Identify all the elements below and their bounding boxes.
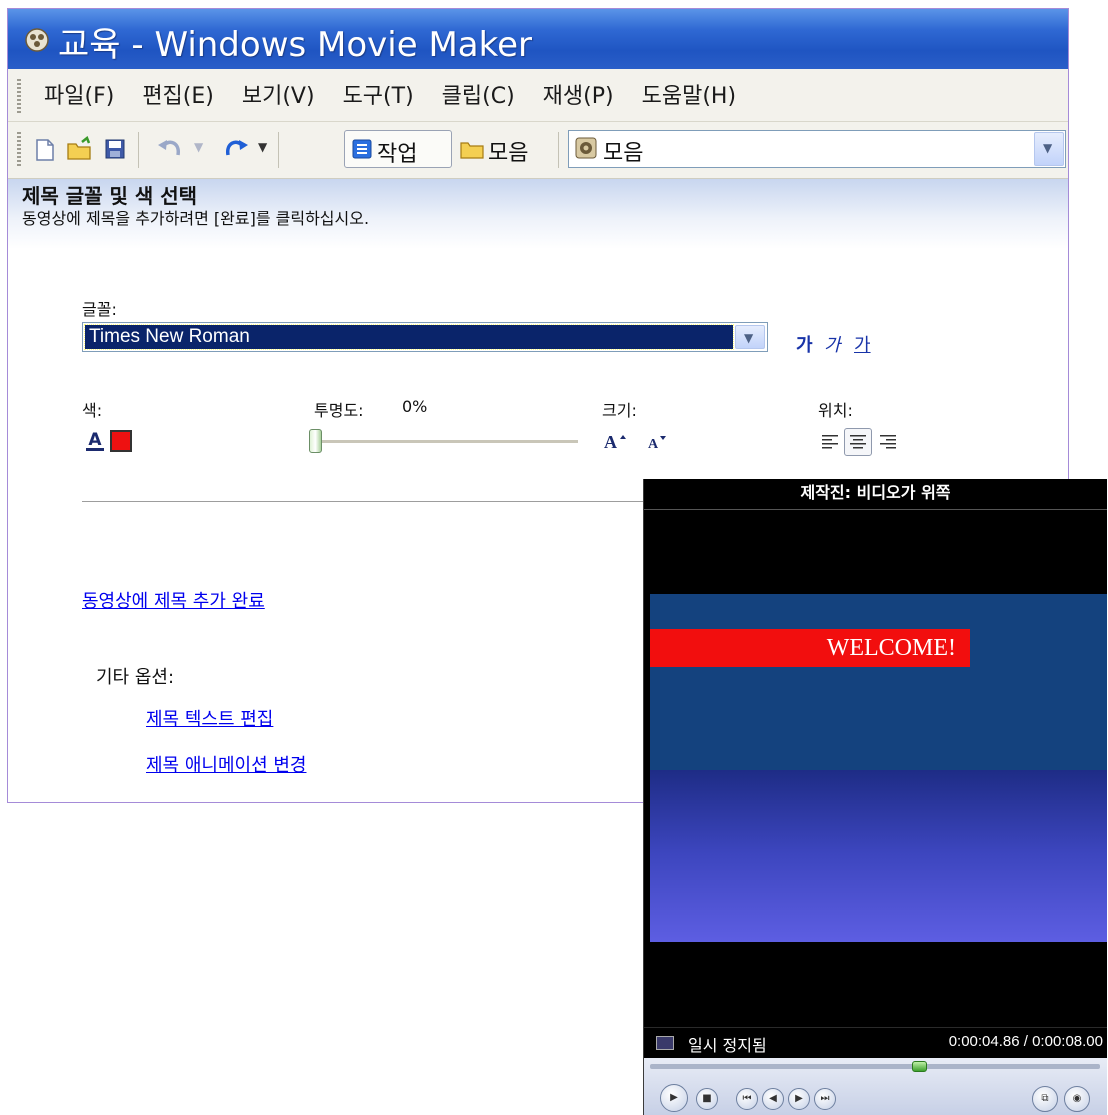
collection-combo-value: 모음 (603, 141, 644, 166)
toolbar-separator (138, 132, 139, 168)
panel-subtitle: 동영상에 제목을 추가하려면 [완료]를 클릭하십시오. (22, 209, 370, 228)
redo-icon[interactable] (220, 137, 250, 161)
collections-label[interactable]: 모음 (488, 135, 528, 167)
tasks-label: 작업 (377, 142, 418, 167)
decrease-font-size-icon[interactable]: A (648, 433, 670, 451)
open-folder-icon[interactable] (66, 136, 94, 162)
forward-icon: ▶ (795, 1093, 803, 1104)
transparency-slider-track[interactable] (314, 440, 578, 444)
font-dropdown-button[interactable]: ▼ (735, 325, 765, 349)
chevron-down-icon: ▼ (744, 331, 754, 345)
menubar-grip[interactable] (17, 79, 21, 113)
text-color-icon[interactable]: A (84, 429, 106, 453)
playback-time: 0:00:04.86 / 0:00:08.00 (948, 1033, 1103, 1050)
toolbar-separator (278, 132, 279, 168)
font-select[interactable]: Times New Roman ▼ (82, 322, 768, 352)
save-icon[interactable] (104, 138, 126, 160)
edit-title-text-link[interactable]: 제목 텍스트 편집 (146, 705, 273, 731)
split-icon: ⧉ (1041, 1093, 1049, 1104)
app-icon (25, 28, 49, 52)
undo-dropdown-chevron-icon[interactable]: ▼ (194, 140, 203, 154)
snapshot-button[interactable]: ◉ (1064, 1086, 1090, 1112)
underline-button[interactable]: 가 (854, 331, 871, 357)
size-label: 크기: (602, 401, 637, 420)
transparency-label: 투명도: (314, 401, 364, 420)
stop-icon: ■ (702, 1093, 712, 1104)
play-button[interactable]: ▶ (660, 1084, 688, 1112)
stop-button[interactable]: ■ (696, 1088, 718, 1110)
svg-text:A: A (648, 437, 659, 451)
increase-font-size-icon[interactable]: A (604, 431, 628, 451)
rewind-button[interactable]: ◀ (762, 1088, 784, 1110)
toolbar-grip[interactable] (17, 132, 21, 168)
title-banner-text: WELCOME! (826, 635, 956, 661)
italic-button[interactable]: 가 (824, 331, 841, 357)
font-select-value: Times New Roman (84, 324, 734, 350)
align-center-button[interactable] (844, 428, 872, 456)
menu-play[interactable]: 재생(P) (543, 78, 614, 110)
previous-frame-button[interactable]: ⏮ (736, 1088, 758, 1110)
collections-folder-icon[interactable] (460, 138, 484, 160)
collection-dropdown-button[interactable]: ▼ (1034, 132, 1064, 166)
title-banner: WELCOME! (650, 629, 970, 667)
color-label: 색: (82, 401, 103, 420)
bold-button[interactable]: 가 (796, 331, 813, 357)
fullscreen-icon[interactable] (656, 1036, 674, 1050)
monitor-title: 제작진: 비디오가 위쪽 (644, 479, 1107, 510)
monitor-status-bar: 일시 정지됨 0:00:04.86 / 0:00:08.00 (644, 1027, 1107, 1058)
window-title: 교육 - Windows Movie Maker (58, 25, 532, 65)
undo-icon[interactable] (156, 137, 186, 161)
menu-help[interactable]: 도움말(H) (642, 78, 736, 110)
toolbar-separator (558, 132, 559, 168)
svg-text:A: A (88, 430, 102, 450)
align-right-icon[interactable] (878, 432, 898, 452)
menu-edit[interactable]: 편집(E) (142, 78, 214, 110)
toolbar: ▼ ▼ 작업 모음 모음 ▼ (8, 122, 1068, 179)
next-frame-button[interactable]: ⏭ (814, 1088, 836, 1110)
change-title-animation-link[interactable]: 제목 애니메이션 변경 (146, 751, 306, 777)
svg-text:A: A (604, 432, 617, 451)
tasks-icon (352, 139, 372, 159)
forward-button[interactable]: ▶ (788, 1088, 810, 1110)
preview-monitor: 제작진: 비디오가 위쪽 WELCOME! 일시 정지됨 0:00:04.86 … (643, 479, 1107, 1115)
tasks-button[interactable]: 작업 (344, 130, 452, 168)
playback-status: 일시 정지됨 (688, 1036, 767, 1055)
seek-bar[interactable] (650, 1064, 1100, 1069)
new-file-icon[interactable] (34, 138, 56, 162)
position-label: 위치: (818, 401, 853, 420)
playback-controls: ▶ ■ ⏮ ◀ ▶ ⏭ ⧉ ◉ (644, 1058, 1107, 1115)
chevron-down-icon: ▼ (1043, 141, 1053, 155)
other-options-label: 기타 옵션: (96, 667, 175, 688)
play-icon: ▶ (670, 1092, 678, 1103)
transparency-value: 0% (402, 397, 428, 416)
transparency-slider-thumb[interactable] (309, 429, 322, 453)
skip-forward-icon: ⏭ (820, 1093, 830, 1104)
split-clip-button[interactable]: ⧉ (1032, 1086, 1058, 1112)
skip-back-icon: ⏮ (742, 1093, 752, 1104)
menu-clip[interactable]: 클립(C) (442, 78, 515, 110)
collection-combobox[interactable]: 모음 ▼ (568, 130, 1066, 168)
title-bar[interactable]: 교육 - Windows Movie Maker (8, 9, 1068, 69)
seek-thumb[interactable] (911, 1061, 927, 1072)
align-center-icon (850, 435, 866, 449)
camera-icon: ◉ (1072, 1093, 1082, 1104)
menu-bar: 파일(F) 편집(E) 보기(V) 도구(T) 클립(C) 재생(P) 도움말(… (8, 69, 1068, 122)
font-label: 글꼴: (82, 300, 117, 319)
rewind-icon: ◀ (769, 1093, 777, 1104)
menu-file[interactable]: 파일(F) (44, 78, 114, 110)
done-add-title-link[interactable]: 동영상에 제목 추가 완료 (82, 587, 265, 613)
preview-video: WELCOME! (650, 594, 1107, 942)
collection-film-icon (575, 137, 597, 159)
color-swatch[interactable] (110, 430, 132, 452)
redo-dropdown-chevron-icon[interactable]: ▼ (258, 140, 267, 154)
menu-tools[interactable]: 도구(T) (343, 78, 414, 110)
menu-view[interactable]: 보기(V) (242, 78, 315, 110)
align-left-icon[interactable] (820, 432, 840, 452)
